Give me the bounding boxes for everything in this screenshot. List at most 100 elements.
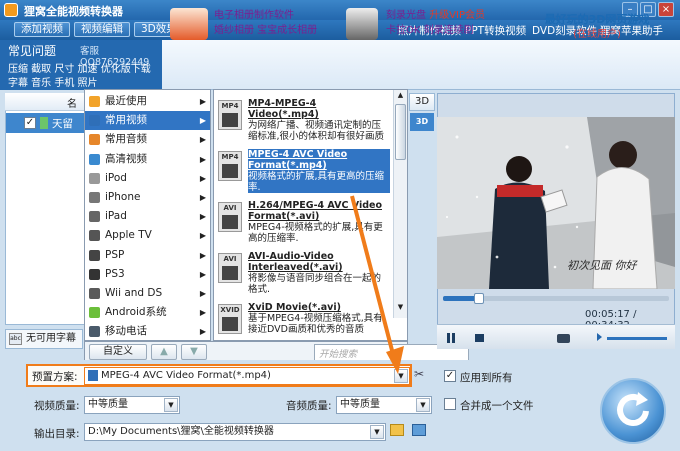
category-item[interactable]: iPad ▶ [85, 207, 210, 226]
vip-link[interactable]: 升级VIP会员 [429, 10, 485, 21]
preset-select[interactable]: MPEG-4 AVC Video Format(*.mp4) ▼ [84, 367, 410, 385]
seek-handle[interactable] [474, 293, 484, 304]
convert-button[interactable] [600, 378, 666, 444]
category-item[interactable]: PSP ▶ [85, 246, 210, 265]
volume-slider[interactable] [607, 337, 667, 340]
audio-quality-arrow[interactable]: ▼ [416, 398, 430, 412]
category-label: 常用音频 [105, 133, 147, 146]
format-description: 将影像与语音同步组合在一起的格式. [248, 273, 382, 295]
category-item[interactable]: iPod ▶ [85, 169, 210, 188]
audio-quality-value: 中等质量 [340, 399, 380, 410]
list-header: 名称 [5, 93, 85, 125]
format-description: 视频格式的扩展,具有更高的压缩率. [248, 171, 390, 193]
faq-links-row-2[interactable]: 字幕 音乐 手机 照片 [8, 74, 98, 89]
category-icon [89, 211, 100, 223]
preset-dropdown-arrow[interactable]: ▼ [394, 369, 408, 383]
karaoke-link[interactable]: 卡拉OK 刻录连续剧 [386, 23, 485, 38]
camera-icon[interactable] [557, 334, 570, 343]
video-preview[interactable]: 初次见面 你好 [437, 117, 675, 289]
output-dir-select[interactable]: D:\My Documents\狸窝\全能视频转换器 ▼ [84, 423, 386, 441]
video-caption: 初次见面 你好 [567, 259, 637, 272]
phone-burn-icon[interactable] [346, 8, 378, 40]
category-item[interactable]: Apple TV ▶ [85, 226, 210, 245]
format-list-scrollbar[interactable]: ▲ ▼ [393, 90, 407, 318]
move-down-button[interactable]: ▼ [181, 344, 207, 360]
stop-icon[interactable] [475, 334, 484, 342]
faq-title[interactable]: 常见问题 [8, 42, 56, 59]
category-item[interactable]: 常用视频 ▶ [85, 111, 210, 131]
video-quality-arrow[interactable]: ▼ [164, 398, 178, 412]
submenu-arrow-icon: ▶ [199, 231, 206, 241]
album-software-link[interactable]: 电子相册制作软件 [214, 8, 317, 23]
apply-all-label: 应用到所有 [460, 372, 513, 384]
category-item[interactable]: Android系统 ▶ [85, 303, 210, 322]
custom-profile-button[interactable]: 自定义 [89, 344, 147, 360]
category-label: Android系统 [105, 306, 167, 319]
file-name: 天留 [52, 118, 73, 130]
category-icon [89, 192, 100, 203]
preset-settings-icon[interactable]: ✂ [414, 367, 428, 383]
category-label: 高清视频 [105, 152, 147, 165]
category-item[interactable]: 常用音频 ▶ [85, 130, 210, 149]
category-icon [89, 326, 100, 338]
format-list-menu: MP4 MP4-MPEG-4 Video(*.mp4) 为网络广播、视频通讯定制的压… [213, 89, 408, 341]
game-promo-title: 最好玩的3D网页游戏 [544, 13, 650, 26]
convert-icon [617, 392, 649, 426]
game-promo[interactable]: 最好玩的3D网页游戏 (在线用户) [542, 12, 652, 42]
move-up-button[interactable]: ▲ [151, 344, 177, 360]
scroll-thumb[interactable] [395, 104, 406, 160]
apply-all-checkbox[interactable]: ✓ [444, 370, 456, 382]
scroll-up-arrow[interactable]: ▲ [395, 91, 406, 103]
submenu-arrow-icon: ▶ [199, 289, 206, 298]
audio-quality-select[interactable]: 中等质量 ▼ [336, 396, 432, 414]
format-description: 为网络广播、视频通讯定制的压缩标准,很小的体积却有很好画质 [248, 120, 385, 142]
video-quality-select[interactable]: 中等质量 ▼ [84, 396, 180, 414]
game-promo-sub: (在线用户) [573, 29, 621, 40]
burn-disc-link[interactable]: 刻录光盘 [386, 10, 426, 21]
browse-folder-icon[interactable] [390, 424, 404, 436]
edit-video-button[interactable]: 视频编辑 [74, 22, 130, 37]
merge-checkbox[interactable] [444, 398, 456, 410]
audio-quality-label: 音频质量: [286, 400, 332, 412]
category-item[interactable]: 最近使用 ▶ [85, 92, 210, 111]
subtitle-select[interactable]: abc 无可用字幕 [5, 329, 83, 349]
category-item[interactable]: iPhone ▶ [85, 188, 210, 207]
volume-icon[interactable] [597, 333, 603, 341]
format-file-icon: MP4 [218, 151, 242, 181]
scroll-down-arrow[interactable]: ▼ [395, 303, 406, 315]
format-item[interactable]: AVI AVI-Audio-Video Interleaved(*.avi) 将影像… [214, 247, 392, 298]
faq-links-row-1[interactable]: 压缩 截取 尺寸 加速 优化版下载 [8, 60, 151, 75]
subtitle-icon: abc [9, 333, 22, 345]
open-folder-icon[interactable] [412, 424, 426, 436]
output-dir-arrow[interactable]: ▼ [370, 425, 384, 439]
category-label: iPhone [105, 191, 141, 203]
category-item[interactable]: 移动电话 ▶ [85, 322, 210, 341]
category-item[interactable]: 高清视频 ▶ [85, 150, 210, 169]
add-video-button[interactable]: 添加视频 [14, 22, 70, 37]
format-item[interactable]: MP4 MPEG-4 AVC Video Format(*.mp4) 视频格式的扩展… [214, 145, 392, 196]
video-frame-image [437, 117, 675, 289]
submenu-arrow-icon: ▶ [199, 212, 206, 222]
category-item[interactable]: Wii and DS ▶ [85, 284, 210, 303]
category-icon [89, 153, 100, 165]
close-button[interactable]: × [658, 2, 674, 17]
preset-label: 预置方案: [32, 371, 78, 383]
album-types-link[interactable]: 婚纱相册 宝宝成长相册 [214, 23, 317, 38]
app-logo-icon [4, 3, 18, 17]
format-title: MP4-MPEG-4 Video(*.mp4) [248, 98, 319, 120]
3d-badge-icon[interactable]: 3D [410, 113, 434, 131]
file-row[interactable]: ✓ 天留 [6, 113, 84, 133]
file-checkbox[interactable]: ✓ [24, 117, 36, 129]
output-dir-label: 输出目录: [34, 428, 80, 440]
photo-album-icon[interactable] [170, 8, 208, 40]
category-label: Apple TV [105, 229, 152, 242]
submenu-arrow-icon: ▶ [199, 250, 206, 260]
category-label: PS3 [105, 267, 125, 280]
category-item[interactable]: PS3 ▶ [85, 265, 210, 284]
category-label: iPod [105, 171, 127, 184]
format-item[interactable]: MP4 MP4-MPEG-4 Video(*.mp4) 为网络广播、视频通讯定制的压… [214, 94, 392, 145]
format-item[interactable]: AVI H.264/MPEG-4 AVC Video Format(*.avi) M… [214, 196, 392, 247]
pause-icon[interactable] [447, 333, 450, 343]
3d-column-header[interactable]: 3D [409, 93, 435, 111]
format-item[interactable]: XVID XviD Movie(*.avi) 基于MPEG4-视频压缩格式,具有接近… [214, 298, 392, 340]
